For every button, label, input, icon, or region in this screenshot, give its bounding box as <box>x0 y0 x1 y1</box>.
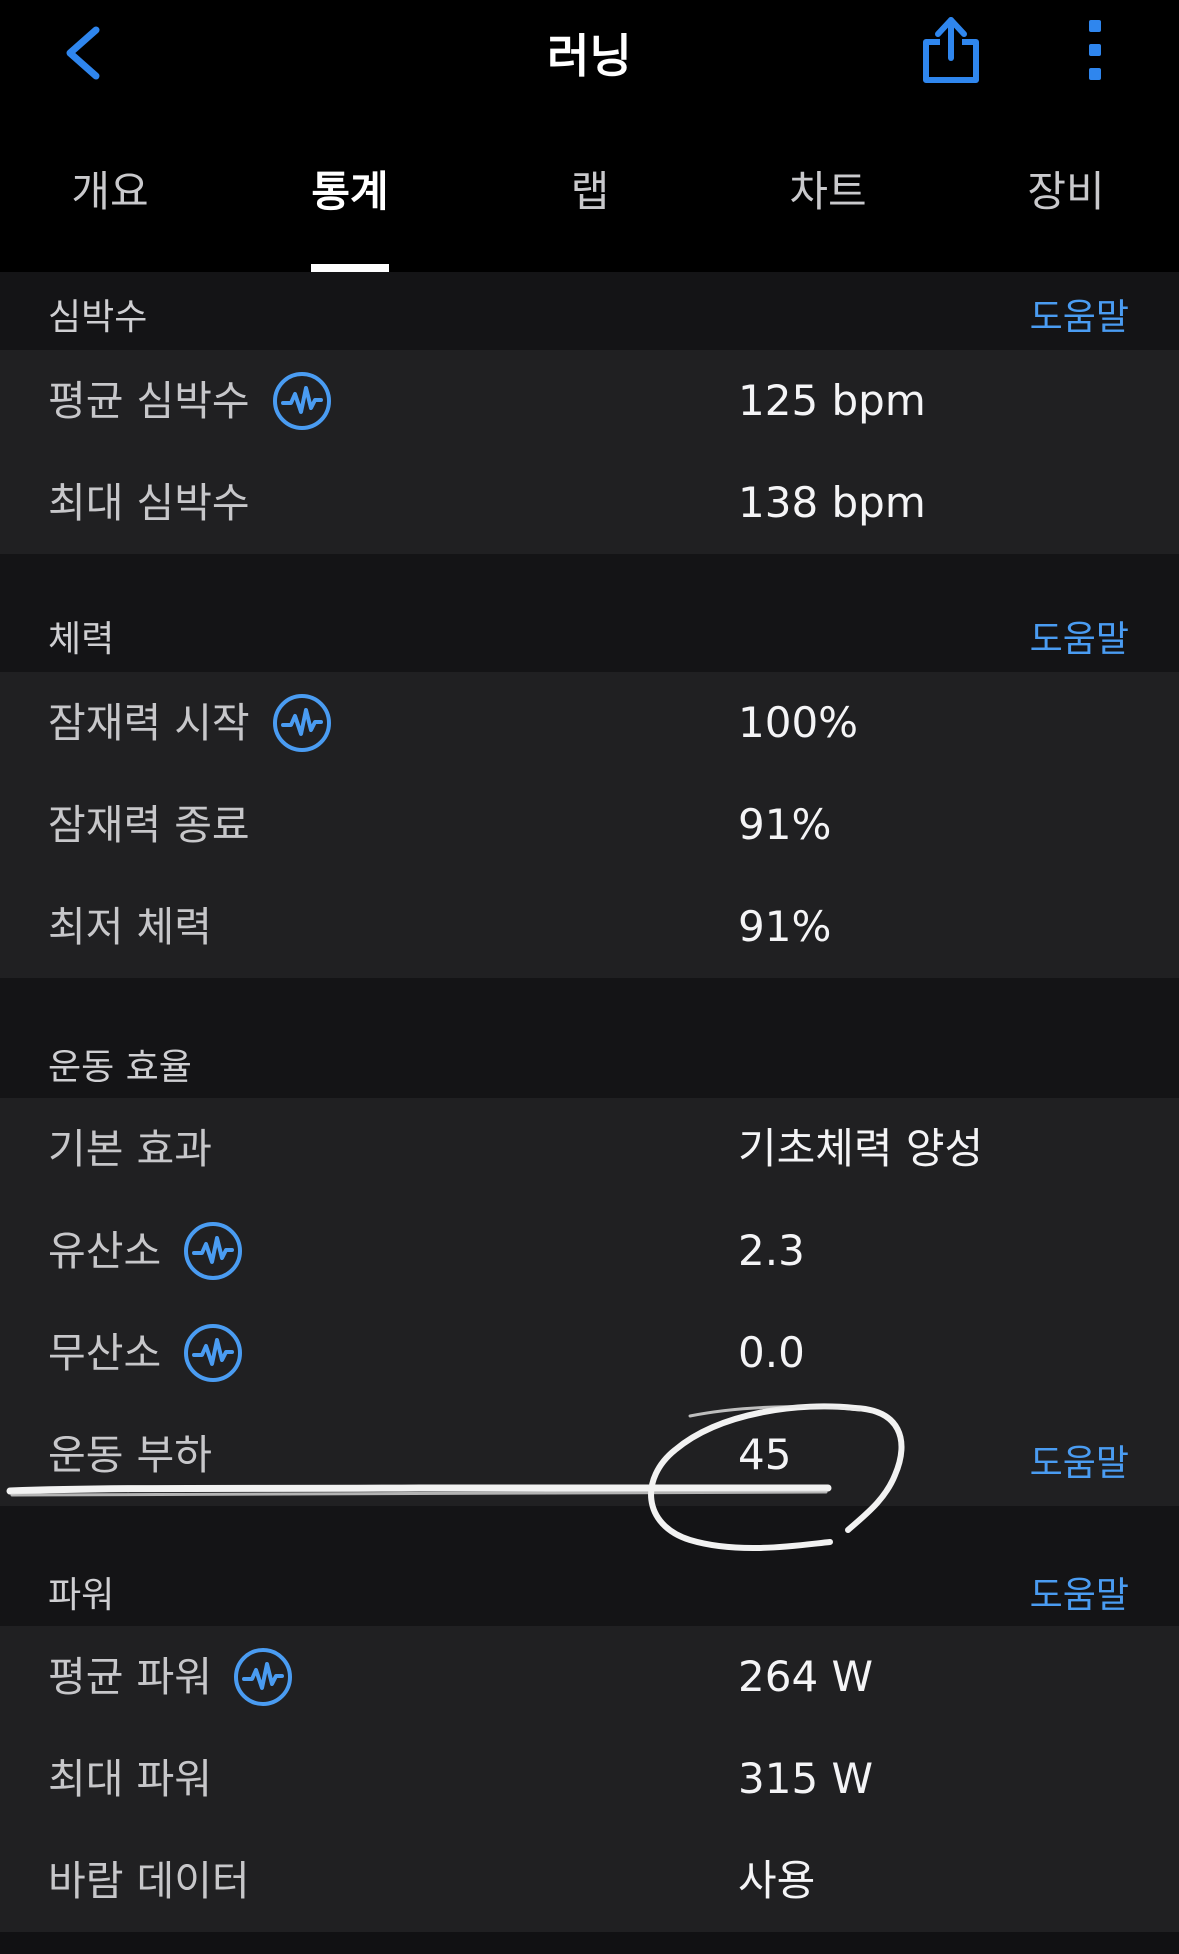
help-link[interactable]: 도움말 <box>1030 610 1129 662</box>
heart-rate-panel: 평균 심박수 125 bpm 최대 심박수 138 bpm <box>0 350 1179 554</box>
stat-row-aerobic[interactable]: 유산소 2.3 <box>0 1200 1179 1302</box>
stat-label: 유산소 <box>48 1227 162 1275</box>
stat-label: 최저 체력 <box>48 903 212 951</box>
share-icon <box>923 17 979 83</box>
stat-value: 91% <box>738 902 832 951</box>
section-title: 운동 효율 <box>48 1047 192 1088</box>
stat-row-max-heart-rate[interactable]: 최대 심박수 138 bpm <box>0 452 1179 554</box>
stat-value: 91% <box>738 800 832 849</box>
stat-value: 2.3 <box>738 1226 805 1275</box>
stat-row-wind-data[interactable]: 바람 데이터 사용 <box>0 1830 1179 1932</box>
stamina-panel: 잠재력 시작 100% 잠재력 종료 91% 최저 체력 91% <box>0 672 1179 978</box>
more-button[interactable] <box>1080 20 1110 80</box>
stat-label: 평균 심박수 <box>48 377 250 425</box>
stat-value: 0.0 <box>738 1328 805 1377</box>
stat-label: 평균 파워 <box>48 1653 212 1701</box>
stat-label: 최대 파워 <box>48 1755 212 1803</box>
stat-row-max-power[interactable]: 최대 파워 315 W <box>0 1728 1179 1830</box>
stat-value: 315 W <box>738 1754 874 1803</box>
stat-row-potential-start[interactable]: 잠재력 시작 100% <box>0 672 1179 774</box>
power-panel: 평균 파워 264 W 최대 파워 315 W 바람 데이터 사용 <box>0 1626 1179 1932</box>
stat-label: 바람 데이터 <box>48 1857 250 1905</box>
section-title: 파워 <box>48 1575 115 1616</box>
section-header-heart-rate: 심박수 도움말 <box>0 272 1179 350</box>
tab-gear[interactable]: 장비 <box>986 150 1146 272</box>
stat-value: 138 bpm <box>738 478 926 527</box>
stat-row-avg-power[interactable]: 평균 파워 264 W <box>0 1626 1179 1728</box>
stat-value: 기초체력 양성 <box>738 1124 984 1173</box>
tab-bar: 개요 통계 랩 차트 장비 <box>0 150 1179 272</box>
stat-label: 잠재력 종료 <box>48 801 250 849</box>
section-header-stamina: 체력 도움말 <box>0 554 1179 672</box>
tab-laps[interactable]: 랩 <box>510 150 670 272</box>
section-title: 체력 <box>48 619 115 660</box>
tab-overview[interactable]: 개요 <box>30 150 190 272</box>
heart-rate-graph-icon[interactable] <box>271 370 333 432</box>
stat-row-primary-benefit[interactable]: 기본 효과 기초체력 양성 <box>0 1098 1179 1200</box>
stat-value: 125 bpm <box>738 376 926 425</box>
tab-charts[interactable]: 차트 <box>748 150 908 272</box>
section-title: 심박수 <box>48 297 148 338</box>
stat-label: 잠재력 시작 <box>48 699 250 747</box>
stat-value: 264 W <box>738 1652 874 1701</box>
help-link[interactable]: 도움말 <box>1030 1434 1129 1486</box>
stat-value: 100% <box>738 698 859 747</box>
activity-stats-screen: 러닝 개요 통계 랩 차트 장비 심박수 도움말 평균 심박수 125 bpm … <box>0 0 1179 1954</box>
section-header-training-effect: 운동 효율 <box>0 978 1179 1098</box>
help-link[interactable]: 도움말 <box>1030 1566 1129 1618</box>
stat-label: 무산소 <box>48 1329 162 1377</box>
stat-value: 45 <box>738 1430 792 1479</box>
stat-row-anaerobic[interactable]: 무산소 0.0 <box>0 1302 1179 1404</box>
stat-label: 운동 부하 <box>48 1431 212 1479</box>
training-effect-panel: 기본 효과 기초체력 양성 유산소 2.3 무산소 0.0 운동 부하 45 도… <box>0 1098 1179 1506</box>
stat-label: 기본 효과 <box>48 1125 212 1173</box>
section-header-power: 파워 도움말 <box>0 1506 1179 1626</box>
stat-row-training-load[interactable]: 운동 부하 45 도움말 <box>0 1404 1179 1506</box>
heart-rate-graph-icon[interactable] <box>182 1220 244 1282</box>
page-title: 러닝 <box>547 29 632 83</box>
active-tab-indicator <box>311 264 389 272</box>
stat-label: 최대 심박수 <box>48 479 250 527</box>
share-button[interactable] <box>920 14 982 86</box>
tab-stats[interactable]: 통계 <box>270 150 430 272</box>
help-link[interactable]: 도움말 <box>1030 288 1129 340</box>
stat-row-min-stamina[interactable]: 최저 체력 91% <box>0 876 1179 978</box>
heart-rate-graph-icon[interactable] <box>182 1322 244 1384</box>
stat-row-potential-end[interactable]: 잠재력 종료 91% <box>0 774 1179 876</box>
stat-row-avg-heart-rate[interactable]: 평균 심박수 125 bpm <box>0 350 1179 452</box>
heart-rate-graph-icon[interactable] <box>271 692 333 754</box>
more-vertical-icon <box>1089 20 1101 80</box>
top-bar: 러닝 개요 통계 랩 차트 장비 <box>0 0 1179 272</box>
stat-value: 사용 <box>738 1856 816 1905</box>
heart-rate-graph-icon[interactable] <box>232 1646 294 1708</box>
